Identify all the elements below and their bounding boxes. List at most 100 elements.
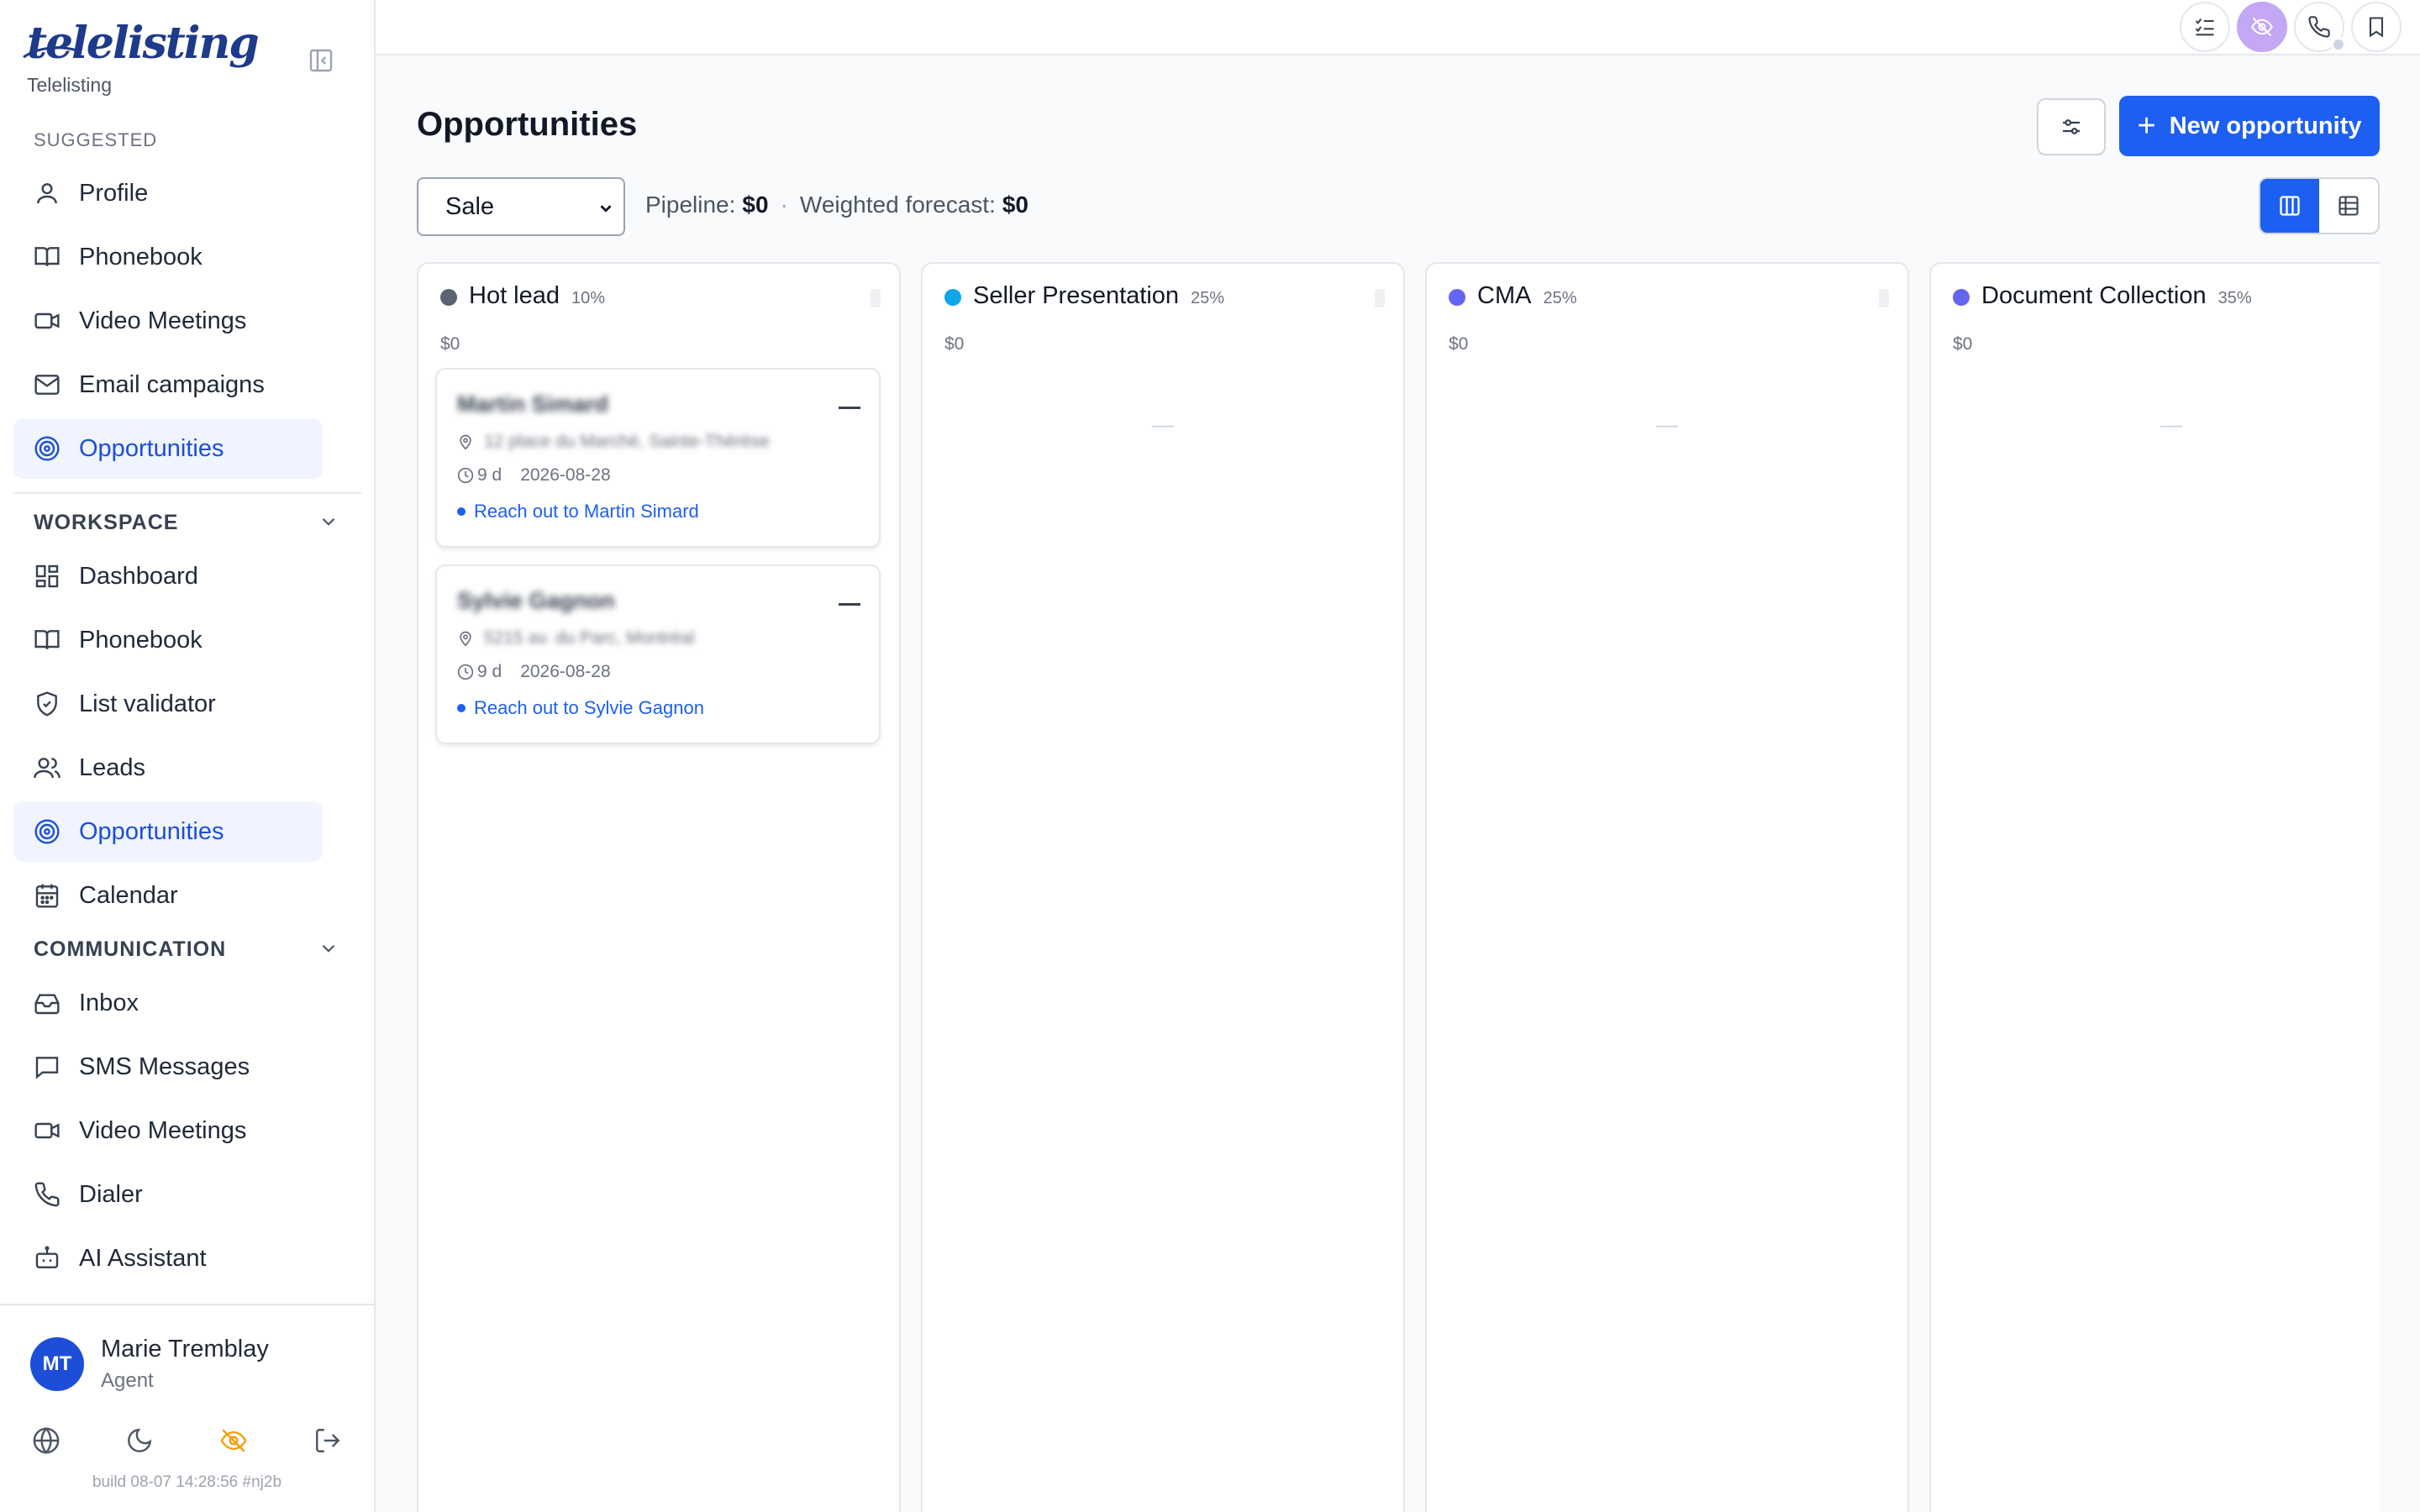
column-probability: 10% — [571, 289, 606, 307]
nav-workspace-leads[interactable]: Leads — [13, 738, 323, 798]
board-view-button[interactable] — [2260, 179, 2319, 233]
pipeline-summary: Pipeline: $0 · Weighted forecast: $0 — [645, 192, 1028, 218]
bot-icon — [35, 1246, 59, 1268]
nav-label: Leads — [79, 753, 146, 781]
app-logo[interactable]: telelisting — [23, 18, 260, 69]
map-pin-icon — [460, 434, 471, 450]
sidebar-divider — [13, 492, 361, 494]
column-title: Document Collection — [1981, 282, 2207, 309]
user-panel: MT Marie Tremblay Agent build 08-07 14:2… — [0, 1304, 374, 1512]
nav-label: Opportunities — [79, 434, 224, 462]
section-workspace[interactable]: WORKSPACE — [34, 511, 178, 535]
top-bar — [376, 0, 2420, 55]
nav-suggested-opportunities[interactable]: Opportunities — [13, 418, 323, 479]
column-title: Seller Presentation — [973, 282, 1180, 309]
drag-handle-icon[interactable] — [1879, 289, 1889, 307]
card-age: 9 d — [477, 465, 502, 485]
book-icon — [34, 630, 60, 649]
nav-suggested-phonebook[interactable]: Phonebook — [13, 227, 323, 287]
nav-workspace-calendar[interactable]: Calendar — [13, 865, 323, 926]
drag-handle-icon[interactable] — [1375, 289, 1385, 307]
nav-comm-ai-assistant[interactable]: AI Assistant — [13, 1228, 323, 1289]
nav-label: Profile — [79, 179, 149, 207]
column-title: Hot lead — [469, 282, 560, 309]
opportunity-card[interactable]: Martin Simard 12 place du Marché, Sainte… — [435, 368, 881, 548]
board-column-seller-presentation[interactable]: Seller Presentation 25% $0 — — [921, 262, 1405, 1512]
globe-icon[interactable] — [32, 1426, 60, 1455]
dashboard-icon — [35, 564, 59, 588]
board-column-document-collection[interactable]: Document Collection 35% $0 — — [1929, 262, 2380, 1512]
card-next-task[interactable]: Reach out to Sylvie Gagnon — [457, 697, 704, 719]
new-opportunity-label: New opportunity — [2169, 112, 2362, 139]
section-communication[interactable]: COMMUNICATION — [34, 937, 226, 962]
phone-icon — [34, 1182, 60, 1207]
column-header: CMA 25% — [1477, 282, 1576, 310]
card-menu-icon[interactable] — [839, 603, 860, 606]
forecast-label: Weighted forecast: — [799, 192, 996, 218]
nav-label: Opportunities — [79, 817, 224, 845]
message-icon — [35, 1057, 59, 1079]
nav-comm-dialer[interactable]: Dialer — [13, 1164, 323, 1225]
nav-label: AI Assistant — [79, 1244, 207, 1272]
card-menu-icon[interactable] — [839, 407, 860, 409]
nav-suggested-email-campaigns[interactable]: Email campaigns — [13, 354, 323, 415]
task-dot — [457, 704, 466, 712]
pipeline-select[interactable]: Sale — [417, 177, 625, 236]
avatar[interactable]: MT — [30, 1337, 84, 1391]
table-view-button[interactable] — [2319, 179, 2378, 233]
video-icon — [34, 1122, 60, 1139]
pipeline-label: Pipeline: — [645, 192, 736, 218]
nav-workspace-phonebook[interactable]: Phonebook — [13, 610, 323, 670]
nav-workspace-opportunities[interactable]: Opportunities — [13, 801, 323, 862]
board-column-hot-lead[interactable]: Hot lead 10% $0 Martin Simard 12 place du… — [417, 262, 901, 1512]
eye-off-icon[interactable] — [219, 1426, 248, 1455]
target-icon — [34, 819, 60, 844]
card-age: 9 d — [477, 662, 502, 681]
section-suggested: SUGGESTED — [34, 129, 158, 150]
card-task-label: Reach out to Sylvie Gagnon — [474, 697, 704, 718]
forecast-value: $0 — [1002, 192, 1028, 218]
user-role: Agent — [101, 1369, 154, 1392]
card-next-task[interactable]: Reach out to Martin Simard — [457, 501, 699, 522]
chevron-down-icon[interactable] — [318, 937, 339, 959]
column-empty-state: — — [1152, 412, 1174, 437]
logout-icon[interactable] — [313, 1426, 342, 1455]
phone-status-dot — [2331, 37, 2346, 52]
collapse-sidebar-button[interactable] — [308, 47, 334, 74]
nav-label: Calendar — [79, 881, 178, 909]
nav-label: Dashboard — [79, 562, 198, 590]
calendar-icon — [35, 884, 59, 908]
mail-icon — [34, 375, 60, 395]
brand-subtitle: Telelisting — [27, 74, 112, 96]
build-info: build 08-07 14:28:56 #nj2b — [92, 1473, 282, 1491]
nav-workspace-list-validator[interactable]: List validator — [13, 674, 323, 734]
nav-comm-sms[interactable]: SMS Messages — [13, 1037, 323, 1097]
users-icon — [34, 758, 60, 779]
new-opportunity-button[interactable]: + New opportunity — [2119, 96, 2380, 156]
nav-label: Video Meetings — [79, 1116, 247, 1144]
brand: telelisting Telelisting — [23, 18, 260, 97]
phone-icon — [2308, 16, 2330, 38]
sidebar: telelisting Telelisting SUGGESTED Profil… — [0, 0, 376, 1512]
table-icon — [2338, 196, 2359, 216]
chevron-down-icon[interactable] — [318, 511, 339, 533]
bookmark-button[interactable] — [2351, 2, 2402, 52]
privacy-toggle-button[interactable] — [2237, 2, 2287, 52]
board-column-cma[interactable]: CMA 25% $0 — — [1425, 262, 1909, 1512]
moon-icon[interactable] — [125, 1426, 154, 1455]
nav-suggested-profile[interactable]: Profile — [13, 163, 323, 223]
drag-handle-icon[interactable] — [871, 289, 881, 307]
summary-separator: · — [780, 192, 788, 218]
tasks-button[interactable] — [2180, 2, 2230, 52]
stage-color-dot — [440, 289, 457, 306]
filter-settings-button[interactable] — [2037, 98, 2106, 155]
nav-label: Dialer — [79, 1180, 143, 1208]
card-address-row: 12 place du Marché, Sainte-Thérèse — [457, 432, 770, 452]
opportunity-card[interactable]: Sylvie Gagnon 5215 av. du Parc, Montréal… — [435, 564, 881, 744]
nav-comm-video-meetings[interactable]: Video Meetings — [13, 1100, 323, 1161]
nav-suggested-video-meetings[interactable]: Video Meetings — [13, 291, 323, 351]
nav-workspace-dashboard[interactable]: Dashboard — [13, 546, 323, 606]
bookmark-icon — [2369, 17, 2384, 38]
nav-comm-inbox[interactable]: Inbox — [13, 973, 323, 1033]
view-toggle — [2259, 177, 2380, 234]
